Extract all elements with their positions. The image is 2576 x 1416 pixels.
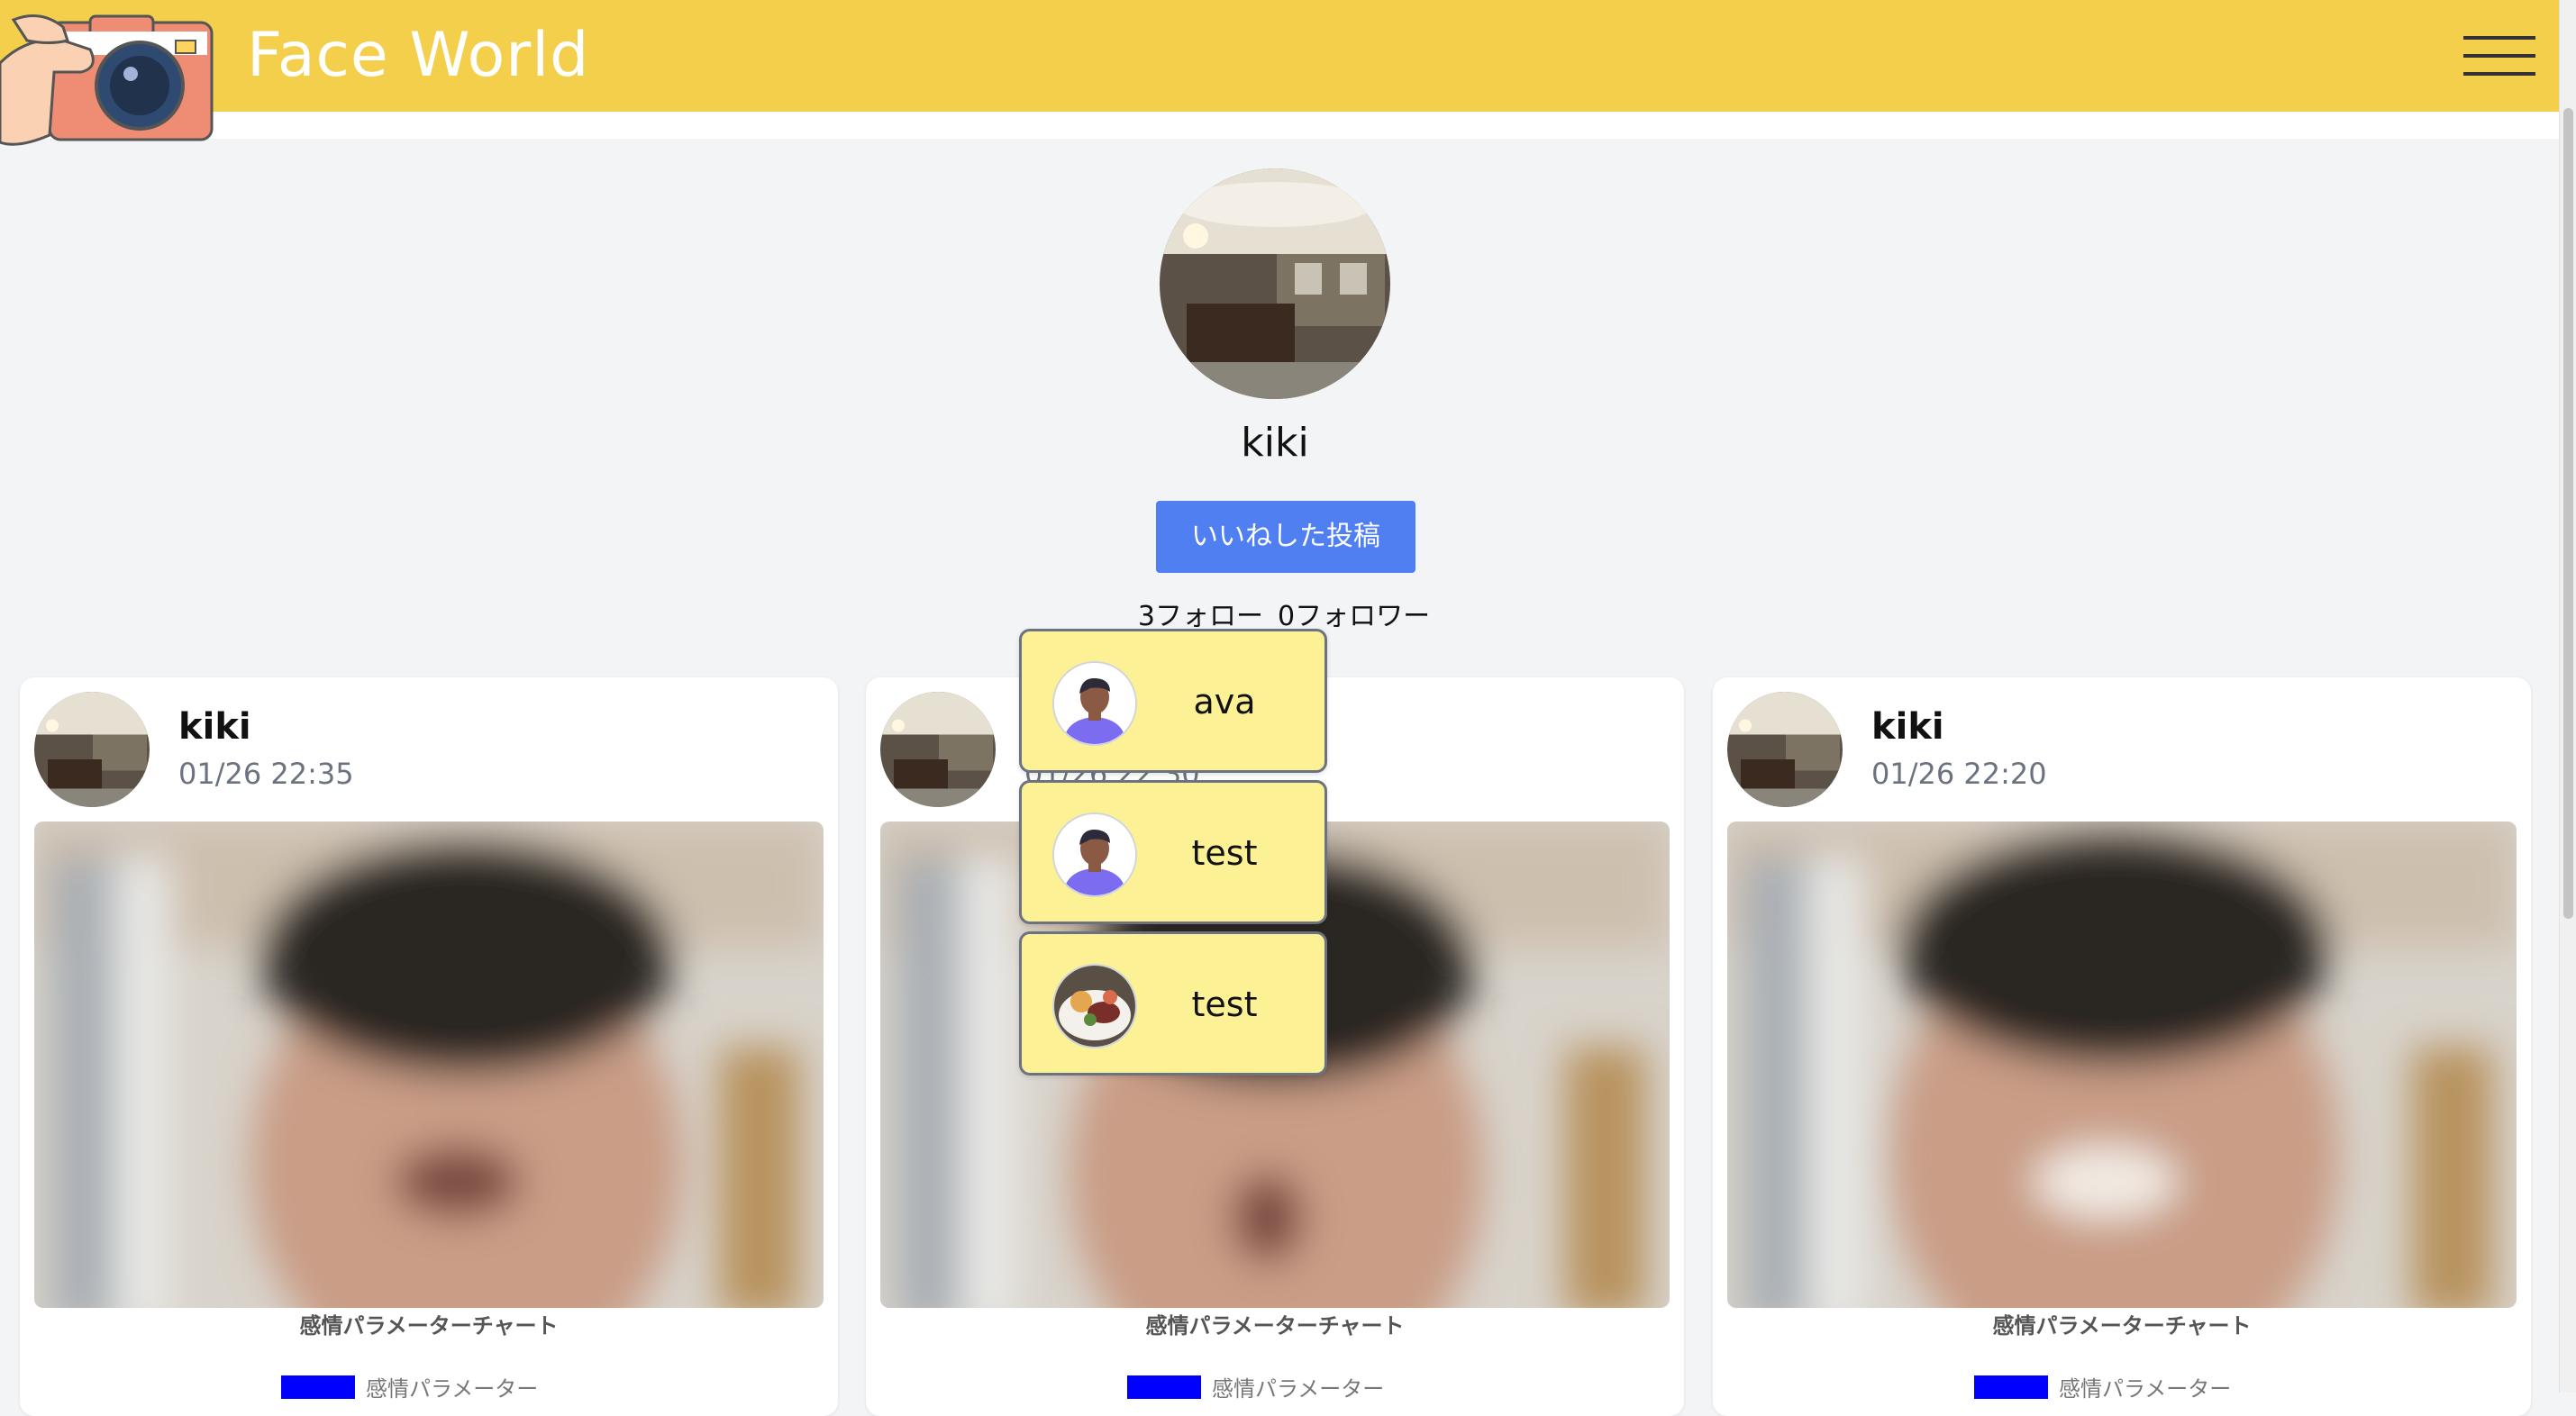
post-user-avatar[interactable] [1727,692,1843,807]
legend-color-swatch [1974,1375,2048,1399]
legend-label: 感情パラメーター [366,1376,539,1402]
post-timestamp: 01/26 22:35 [178,757,354,791]
post-card[interactable]: kiki 01/26 22:20 感情パラメーターチャート 感情パラメーター [1713,677,2531,1416]
post-username[interactable]: kiki [178,704,251,749]
chart-legend[interactable]: 感情パラメーター [281,1371,538,1407]
profile-avatar [1160,168,1390,399]
hamburger-menu-icon[interactable] [2463,34,2535,79]
post-user-avatar[interactable] [880,692,996,807]
post-card[interactable]: kiki 01/26 22:35 感情パラメーターチャート 感情パラメーター [20,677,838,1416]
liked-posts-button[interactable]: いいねした投稿 [1156,501,1415,573]
food-photo-avatar [1052,964,1137,1048]
post-timestamp: 01/26 22:20 [1871,757,2047,791]
following-username: ava [1193,682,1256,722]
app-title[interactable]: Face World [247,20,589,92]
post-username[interactable]: kiki [1871,704,1944,749]
following-count-link[interactable]: 3フォロー [1138,601,1263,632]
post-face-photo[interactable] [1727,821,2517,1308]
following-user-item[interactable]: ava [1019,629,1327,773]
profile-username: kiki [1241,420,1309,466]
emotion-chart-title: 感情パラメーターチャート [299,1313,559,1339]
legend-label: 感情パラメーター [2059,1376,2232,1402]
camera-logo-icon[interactable] [0,0,216,149]
header-spacer [0,112,2559,139]
following-username: test [1191,833,1258,873]
following-user-item[interactable]: test [1019,931,1327,1076]
legend-color-swatch [281,1375,355,1399]
page-scrollbar[interactable] [2559,0,2576,1393]
emotion-chart-title: 感情パラメーターチャート [1992,1313,2252,1339]
following-user-item[interactable]: test [1019,780,1327,924]
chart-legend[interactable]: 感情パラメーター [1127,1371,1384,1407]
scrollbar-thumb[interactable] [2563,108,2573,919]
emotion-chart-title: 感情パラメーターチャート [1145,1313,1405,1339]
default-user-icon [1052,661,1137,746]
following-username: test [1191,985,1258,1024]
chart-legend[interactable]: 感情パラメーター [1974,1371,2231,1407]
post-user-avatar[interactable] [34,692,150,807]
default-user-icon [1052,812,1137,897]
followers-count-link[interactable]: 0フォロワー [1278,601,1430,632]
legend-label: 感情パラメーター [1212,1376,1385,1402]
post-face-photo[interactable] [34,821,824,1308]
legend-color-swatch [1127,1375,1201,1399]
